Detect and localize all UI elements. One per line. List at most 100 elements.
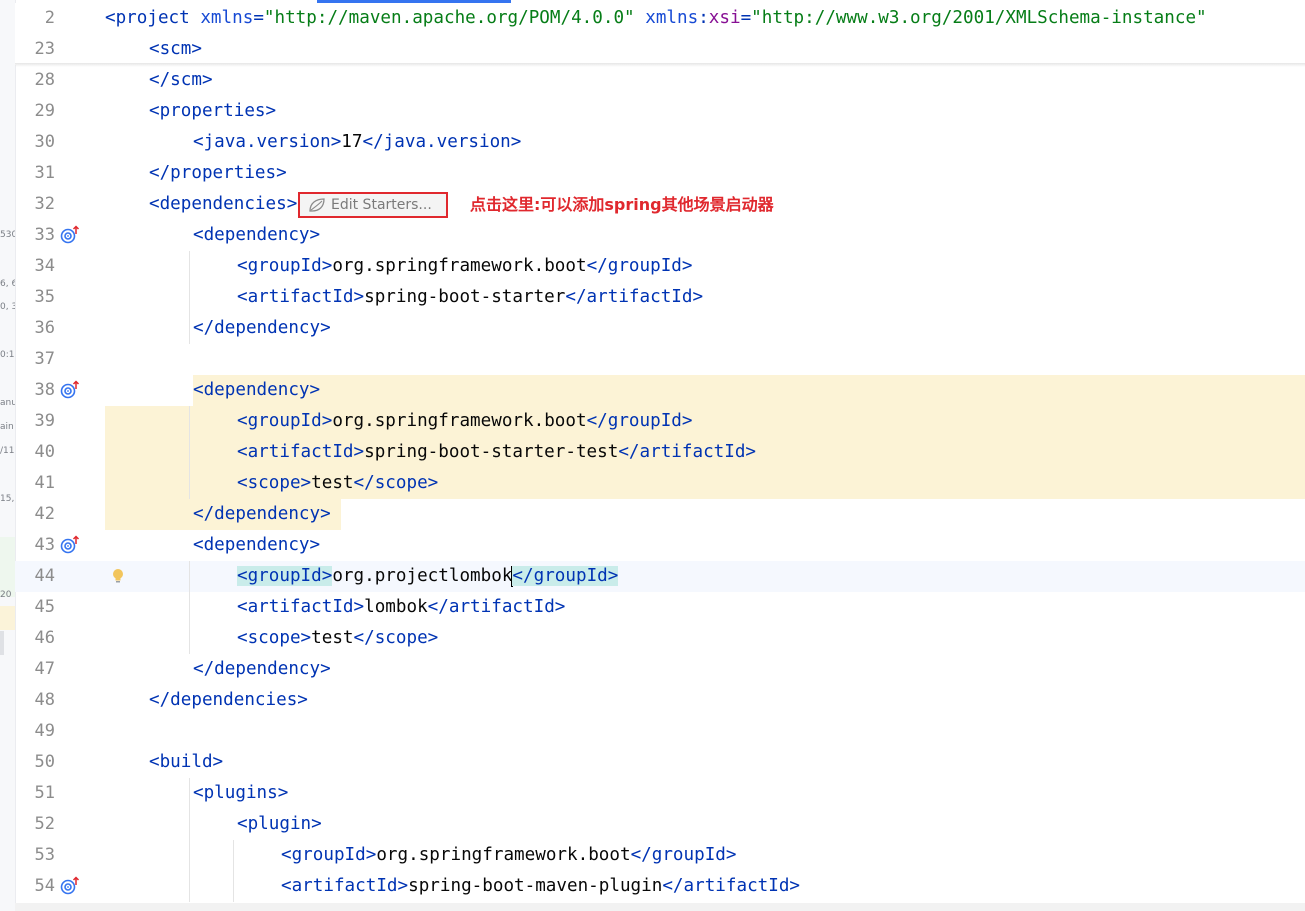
- annotation-text: 点击这里:可以添加spring其他场景启动器: [470, 195, 774, 214]
- xml-token: </groupId>: [630, 845, 737, 865]
- strip-fragment: /11: [0, 446, 15, 456]
- xml-token: </dependency>: [193, 318, 331, 338]
- xml-token: <scm>: [149, 39, 202, 59]
- run-test-icon[interactable]: [60, 535, 80, 555]
- code-line[interactable]: 28 </scm>: [15, 65, 1305, 96]
- text-content: org.springframework.boot: [332, 256, 587, 276]
- xml-token: </artifactId>: [618, 442, 757, 462]
- code-line[interactable]: 38 <dependency>: [15, 375, 1305, 406]
- code-line[interactable]: 29 <properties>: [15, 96, 1305, 127]
- code-line[interactable]: 31 </properties>: [15, 158, 1305, 189]
- xml-token: </dependency>: [193, 504, 331, 524]
- code-line[interactable]: 41 <scope>test</scope>: [15, 468, 1305, 499]
- text-content: spring-boot-maven-plugin: [408, 876, 663, 896]
- code-text: <plugin>: [105, 809, 322, 840]
- xml-token: </groupId>: [512, 566, 619, 586]
- code-line[interactable]: 53 <groupId>org.springframework.boot</gro…: [15, 840, 1305, 871]
- xml-token: </scm>: [149, 70, 213, 90]
- code-line[interactable]: 2 <project xmlns="http://maven.apache.org…: [15, 3, 1305, 35]
- xml-token: </java.version>: [362, 132, 522, 152]
- code-line[interactable]: 34 <groupId>org.springframework.boot</gro…: [15, 251, 1305, 282]
- code-line[interactable]: 23 <scm>: [15, 34, 1305, 65]
- strip-fragment: ain: [0, 422, 14, 432]
- code-line[interactable]: 48 </dependencies>: [15, 685, 1305, 716]
- line-number: 45: [34, 597, 55, 617]
- code-text: <groupId>org.projectlombok</groupId>: [105, 561, 619, 592]
- line-number: 39: [34, 411, 55, 431]
- strip-fragment: 0, 3: [0, 302, 16, 312]
- code-line[interactable]: 51 <plugins>: [15, 778, 1305, 809]
- code-line[interactable]: 50 <build>: [15, 747, 1305, 778]
- code-line[interactable]: 33 <dependency>: [15, 220, 1305, 251]
- xml-token: </properties>: [149, 163, 287, 183]
- strip-fragment: 0:19: [0, 350, 15, 360]
- text-content: org.springframework.boot: [332, 411, 587, 431]
- code-line[interactable]: 49: [15, 716, 1305, 747]
- xml-token: <dependency>: [193, 535, 321, 555]
- line-number: 37: [34, 349, 55, 369]
- text-content: org.projectlombok: [332, 566, 513, 586]
- text-content: spring-boot-starter: [364, 287, 566, 307]
- strip-fragment: 15,: [0, 494, 15, 504]
- code-line[interactable]: 40 <artifactId>spring-boot-starter-test</…: [15, 437, 1305, 468]
- text-content: org.springframework.boot: [376, 845, 631, 865]
- code-text: </scm>: [105, 65, 213, 96]
- code-line[interactable]: 30 <java.version>17</java.version>: [15, 127, 1305, 158]
- xml-token: <artifactId>: [237, 287, 365, 307]
- code-line[interactable]: 39 <groupId>org.springframework.boot</gro…: [15, 406, 1305, 437]
- sticky-lines-shadow: [15, 63, 1305, 67]
- xml-token: <plugin>: [237, 814, 322, 834]
- code-text: <scope>test</scope>: [105, 623, 438, 654]
- line-number: 52: [34, 814, 55, 834]
- code-text: <dependency>: [105, 375, 320, 406]
- code-line[interactable]: 47 </dependency>: [15, 654, 1305, 685]
- code-text: <artifactId>spring-boot-maven-plugin</ar…: [105, 871, 800, 902]
- code-text: <artifactId>spring-boot-starter</artifac…: [105, 282, 703, 313]
- line-number: 46: [34, 628, 55, 648]
- xml-token: <dependency>: [193, 380, 321, 400]
- line-number: 29: [34, 101, 55, 121]
- code-line[interactable]: 44 <groupId>org.projectlombok</groupId>: [15, 561, 1305, 592]
- run-test-icon[interactable]: [60, 876, 80, 896]
- run-test-icon[interactable]: [60, 380, 80, 400]
- code-line[interactable]: 35 <artifactId>spring-boot-starter</artif…: [15, 282, 1305, 313]
- code-editor[interactable]: 530 6, 6 0, 3 0:19 anu ain/11 15, 20 2 <project …: [0, 0, 1305, 911]
- strip-fragment: anu: [0, 398, 16, 408]
- code-line[interactable]: 42 </dependency>: [15, 499, 1305, 530]
- run-test-icon[interactable]: [60, 225, 80, 245]
- xml-token: </groupId>: [586, 256, 693, 276]
- xml-token: </dependencies>: [149, 690, 308, 710]
- xml-token: <java.version>: [193, 132, 342, 152]
- code-text: <dependency>: [105, 220, 320, 251]
- code-line[interactable]: 43 <dependency>: [15, 530, 1305, 561]
- edit-starters-button[interactable]: Edit Starters...: [298, 192, 448, 218]
- xml-token: </dependency>: [193, 659, 331, 679]
- code-line[interactable]: 36 </dependency>: [15, 313, 1305, 344]
- horizontal-scrollbar[interactable]: [15, 903, 1305, 911]
- xml-token: <artifactId>: [237, 442, 365, 462]
- xml-token: xmlns: [645, 8, 699, 28]
- line-number: 34: [34, 256, 55, 276]
- xml-token: <plugins>: [193, 783, 289, 803]
- code-line[interactable]: 46 <scope>test</scope>: [15, 623, 1305, 654]
- xml-token: </scope>: [353, 473, 439, 493]
- code-text: <groupId>org.springframework.boot</group…: [105, 406, 693, 437]
- line-number: 53: [34, 845, 55, 865]
- code-line[interactable]: 37: [15, 344, 1305, 375]
- code-line[interactable]: 54 <artifactId>spring-boot-maven-plugin</…: [15, 871, 1305, 902]
- xml-token: <groupId>: [237, 566, 333, 586]
- code-line[interactable]: 52 <plugin>: [15, 809, 1305, 840]
- code-line[interactable]: 45 <artifactId>lombok</artifactId>: [15, 592, 1305, 623]
